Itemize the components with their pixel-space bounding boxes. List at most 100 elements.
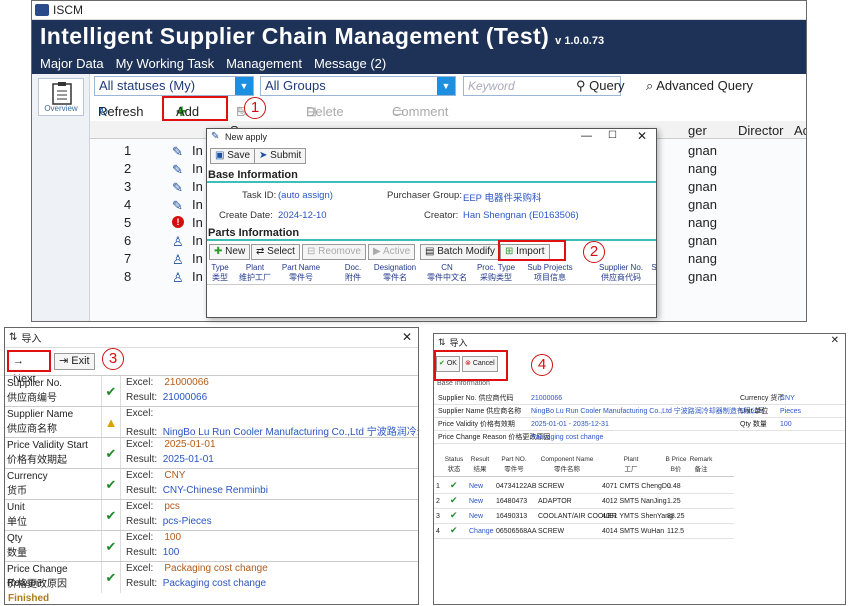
result-value: 2025-01-01 (162, 454, 214, 465)
col-part-name-cn: 零件号 (289, 273, 313, 282)
import-dialog-title: 导入 (21, 334, 42, 345)
field-status: ✔ (101, 500, 121, 531)
excel-label: Excel: (126, 470, 154, 481)
submit-button[interactable]: ➤ Submit (254, 148, 307, 164)
col-remark-en: Remark (689, 456, 713, 463)
confirm-field-label-2: Currency 货币 (740, 395, 785, 402)
col-result-en: Result (470, 456, 490, 463)
confirm-section-heading: Base Information (437, 380, 490, 387)
excel-label: Excel: (126, 439, 154, 450)
col-sub-projects-cn: 项目信息 (534, 273, 566, 282)
warning-icon: ! (172, 216, 184, 228)
batch-modify-label: Batch Modify (437, 246, 496, 257)
edit-icon: ✎ (172, 180, 183, 195)
result-label: Result: (126, 547, 158, 558)
row-result: New (469, 483, 484, 490)
stamp-icon: ♙ (172, 252, 184, 267)
remove-icon: ⊟ (307, 246, 316, 257)
next-button[interactable]: → Next (7, 350, 51, 385)
table-row[interactable]: 2 ✔ New 16480473 ADAPTOR 4012 SMTS NanJi… (434, 494, 734, 509)
result-label: Result: (126, 485, 158, 496)
excel-value: 2025-01-01 (164, 439, 216, 450)
field-status: ✔ (101, 469, 121, 500)
col-status-cn: 状态 (447, 466, 461, 473)
arrow-right-icon: → (13, 355, 24, 367)
field-label-en: Currency (7, 471, 48, 482)
check-icon: ✔ (450, 525, 458, 535)
menu-major-data[interactable]: Major Data (40, 56, 104, 71)
col-part-no-en: Part NO. (501, 456, 527, 463)
table-row[interactable]: 4 ✔ Change 06506568AA SCREW 4014 SMTS Wu… (434, 524, 734, 539)
row-number: 7 (124, 251, 132, 266)
confirm-field-label-2: Unit 单位 (740, 408, 769, 415)
row-result: New (469, 513, 484, 520)
import-field-row: Supplier Name 供应商名称 ▲ Excel: Result: Nin… (5, 406, 418, 438)
row-b-price: 88.25 (667, 513, 685, 520)
minimize-icon[interactable]: — (581, 130, 592, 142)
maximize-icon[interactable]: ☐ (608, 130, 617, 141)
close-icon[interactable]: ✕ (831, 335, 839, 346)
comment-label: Comment (392, 104, 449, 119)
remove-button[interactable]: ⊟ Reomove (302, 244, 366, 260)
edit-icon: ✎ (172, 144, 183, 159)
query-button[interactable]: ⚲ Query (576, 78, 625, 94)
close-icon[interactable]: ✕ (637, 129, 647, 143)
overview-button[interactable]: Overview (38, 78, 84, 116)
col-status: Status 状态 (442, 455, 466, 475)
filter-bar: All statuses (My) ▼ All Groups ▼ Keyword… (90, 75, 806, 97)
advanced-query-button[interactable]: ⌕ Advanced Query (646, 78, 753, 94)
create-date-value: 2024-12-10 (278, 210, 327, 221)
chevron-down-icon[interactable]: ▼ (437, 77, 455, 95)
menu-working-task[interactable]: My Working Task (116, 56, 215, 71)
status-select[interactable]: All statuses (My) ▼ (94, 76, 254, 96)
edit-icon: ✎ (172, 162, 183, 177)
import-status: Finished (8, 593, 50, 604)
col-accept-header: Accept (794, 123, 806, 138)
import-preview-dialog: ⇅ 导入 ✕ → Next ⇥ Exit 3 Supplier No. 供应商编… (4, 327, 419, 605)
row-result: Change (469, 528, 494, 535)
new-part-button[interactable]: ✚ New (209, 244, 251, 260)
ok-button[interactable]: ✔ OK (436, 356, 460, 372)
menu-management[interactable]: Management (226, 56, 302, 71)
confirm-dialog-titlebar: ⇅ 导入 ✕ (434, 334, 845, 350)
save-button[interactable]: ▣ Save (210, 148, 256, 164)
app-banner: Intelligent Supplier Chain Management (T… (32, 20, 806, 53)
table-row[interactable]: 3 ✔ New 16490313 COOLANT/AIR COOLER 4081… (434, 509, 734, 524)
exit-label: Exit (71, 355, 90, 367)
chevron-down-icon[interactable]: ▼ (235, 77, 253, 95)
row-b-price: 1.25 (667, 498, 681, 505)
select-button[interactable]: ⇄ Select (251, 244, 300, 260)
col-doc-en: Doc. (344, 263, 362, 272)
confirm-field-row: Supplier Name 供应商名称 NingBo Lu Run Cooler… (434, 405, 845, 418)
group-select[interactable]: All Groups ▼ (260, 76, 456, 96)
purchaser-group-label: Purchaser Group: (387, 190, 462, 201)
active-button[interactable]: ▶ Active (368, 244, 416, 260)
col-plant-cn: 工厂 (624, 466, 638, 473)
row-number: 1 (436, 483, 440, 490)
field-status: ▲ (101, 407, 121, 438)
table-row[interactable]: 1 ✔ New 04734122AB SCREW 4071 CMTS Cheng… (434, 479, 734, 494)
save-label: Save (227, 150, 251, 161)
row-component-name: ADAPTOR (538, 498, 572, 505)
exit-button[interactable]: ⇥ Exit (54, 353, 95, 370)
dialog-titlebar: ✎ New apply — ☐ ✕ (207, 129, 656, 145)
row-number: 3 (124, 179, 132, 194)
select-label: Select (267, 246, 295, 257)
check-icon: ✔ (105, 446, 117, 461)
step-marker-1: 1 (244, 97, 266, 119)
row-plant: 4081 YMTS ShenYang (602, 513, 673, 520)
col-supplier-no-en: Supplier No. (598, 263, 644, 272)
close-icon[interactable]: ✕ (402, 330, 412, 344)
field-label-cn: 价格更改原因 (7, 579, 67, 590)
step-marker-4: 4 (531, 354, 553, 376)
import-field-row: Unit 单位 ✔ Excel: pcs Result: pcs-Pieces (5, 499, 418, 531)
cancel-button[interactable]: ⊗ Cancel (462, 356, 498, 372)
import-window-icon: ⇅ (9, 332, 18, 343)
dialog-title: New apply (225, 132, 268, 142)
check-icon: ✔ (105, 477, 117, 492)
field-label-en: Qty (7, 533, 23, 544)
menu-message[interactable]: Message (2) (314, 56, 386, 71)
confirm-field-value: 2025-01-01 - 2035-12-31 (531, 421, 609, 428)
import-field-row: Price Change Reason 价格更改原因 ✔ Excel: Pack… (5, 561, 418, 593)
batch-modify-button[interactable]: ▤ Batch Modify (420, 244, 501, 260)
